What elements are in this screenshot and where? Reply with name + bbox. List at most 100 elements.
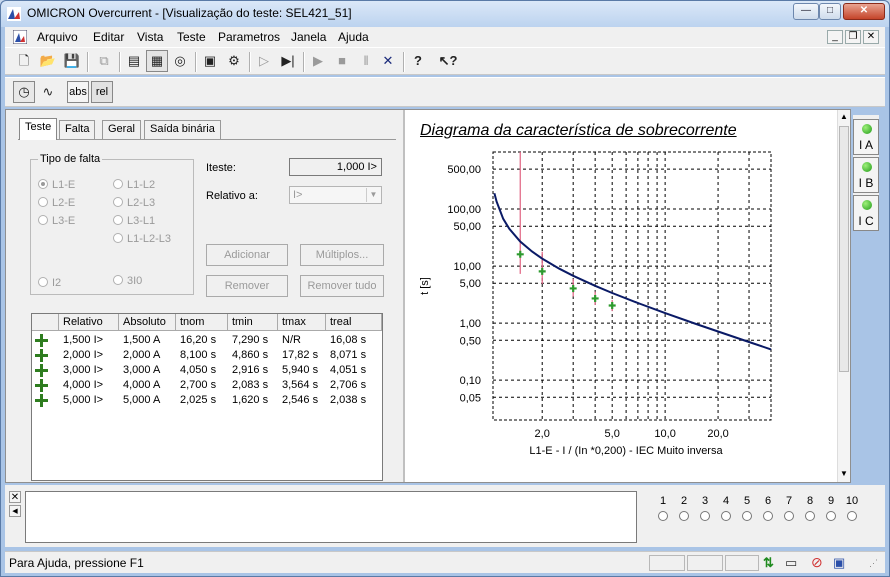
col-header-relativo[interactable]: Relativo — [59, 314, 119, 331]
tab-saida-binaria[interactable]: Saída binária — [144, 120, 221, 139]
binary-output-radio[interactable] — [847, 511, 857, 521]
binary-output-radio[interactable] — [721, 511, 731, 521]
sine-wave-icon[interactable]: ∿ — [37, 81, 59, 103]
message-box[interactable] — [25, 491, 637, 543]
menu-janela[interactable]: Janela — [291, 30, 326, 44]
binary-output-radio[interactable] — [742, 511, 752, 521]
radio-i2[interactable]: I2 — [38, 277, 61, 289]
document-icon[interactable] — [13, 30, 27, 44]
table-row[interactable]: 1,500 I> 1,500 A 16,20 s 7,290 s N/R 16,08 s — [32, 333, 382, 348]
resize-grip-icon[interactable]: ⋰ — [869, 558, 878, 569]
test-point[interactable] — [569, 284, 577, 292]
mdi-close-button[interactable]: ✕ — [863, 30, 879, 44]
binary-output-radio[interactable] — [763, 511, 773, 521]
play-icon[interactable]: ▶ — [307, 50, 329, 72]
test-point[interactable] — [516, 250, 524, 258]
mdi-restore-button[interactable]: ❐ — [845, 30, 861, 44]
binary-output-radio[interactable] — [805, 511, 815, 521]
col-header-treal[interactable]: treal — [326, 314, 382, 331]
col-header-absoluto[interactable]: Absoluto — [119, 314, 176, 331]
menu-editar[interactable]: Editar — [93, 30, 124, 44]
binary-output-9[interactable]: 9 — [823, 495, 839, 521]
binary-output-4[interactable]: 4 — [718, 495, 734, 521]
mdi-minimize-button[interactable]: _ — [827, 30, 843, 44]
itest-field[interactable]: 1,000 I> — [289, 158, 382, 176]
col-header-tnom[interactable]: tnom — [176, 314, 228, 331]
table-row[interactable]: 5,000 I> 5,000 A 2,025 s 1,620 s 2,546 s 2,03… — [32, 393, 382, 408]
rel-button[interactable]: rel — [91, 81, 113, 103]
remove-button[interactable]: Remover — [206, 275, 288, 297]
binary-output-7[interactable]: 7 — [781, 495, 797, 521]
radio-l2-l3[interactable]: L2-L3 — [113, 197, 155, 209]
radio-l1-e[interactable]: L1-E — [38, 179, 75, 191]
close-window-button[interactable]: ✕ — [843, 3, 885, 20]
table-view-icon[interactable]: ▦ — [146, 50, 168, 72]
pause-icon[interactable]: ‖ — [355, 50, 377, 72]
tab-teste[interactable]: Teste — [19, 118, 58, 140]
menu-ajuda[interactable]: Ajuda — [338, 30, 369, 44]
vertical-scrollbar[interactable]: ▲ ▼ — [837, 110, 850, 482]
binary-output-radio[interactable] — [658, 511, 668, 521]
y-tick-label: 0,50 — [460, 335, 481, 347]
menu-teste[interactable]: Teste — [177, 30, 206, 44]
context-help-icon[interactable]: ↖? — [437, 50, 459, 72]
copy-icon[interactable]: ⧉ — [93, 50, 115, 72]
scroll-down-icon[interactable]: ▼ — [839, 469, 849, 478]
binary-output-1[interactable]: 1 — [655, 495, 671, 521]
binary-output-radio[interactable] — [784, 511, 794, 521]
binary-output-5[interactable]: 5 — [739, 495, 755, 521]
table-row[interactable]: 4,000 I> 4,000 A 2,700 s 2,083 s 3,564 s 2,70… — [32, 378, 382, 393]
step-test-icon[interactable]: ▶| — [277, 50, 299, 72]
tab-geral[interactable]: Geral — [102, 120, 141, 139]
binary-output-radio[interactable] — [826, 511, 836, 521]
clear-results-icon[interactable]: ✕ — [377, 50, 399, 72]
add-button[interactable]: Adicionar — [206, 244, 288, 266]
help-icon[interactable]: ? — [407, 50, 429, 72]
remove-all-button[interactable]: Remover tudo — [300, 275, 384, 297]
radio-3i0[interactable]: 3I0 — [113, 275, 142, 287]
binary-output-6[interactable]: 6 — [760, 495, 776, 521]
start-test-icon[interactable]: ▷ — [253, 50, 275, 72]
save-icon[interactable]: 💾 — [61, 50, 83, 72]
toolbar-separator — [403, 52, 405, 72]
test-point[interactable] — [538, 267, 546, 275]
test-point[interactable] — [608, 301, 616, 309]
stop-icon[interactable]: ■ — [331, 50, 353, 72]
scroll-up-icon[interactable]: ▲ — [839, 112, 849, 121]
scrollbar-thumb[interactable] — [839, 126, 849, 372]
pane-arrow-icon[interactable]: ◀ — [9, 505, 21, 517]
binary-output-2[interactable]: 2 — [676, 495, 692, 521]
new-file-icon[interactable]: 🗋 — [13, 50, 35, 72]
abs-button[interactable]: abs — [67, 81, 89, 103]
radio-l1-l2[interactable]: L1-L2 — [113, 179, 155, 191]
settings-view-icon[interactable]: ▣ — [199, 50, 221, 72]
clock-icon[interactable]: ◷ — [13, 81, 35, 103]
menu-arquivo[interactable]: Arquivo — [37, 30, 78, 44]
binary-output-8[interactable]: 8 — [802, 495, 818, 521]
characteristic-view-icon[interactable]: ◎ — [169, 50, 191, 72]
menu-parametros[interactable]: Parametros — [218, 30, 280, 44]
binary-output-3[interactable]: 3 — [697, 495, 713, 521]
table-row[interactable]: 2,000 I> 2,000 A 8,100 s 4,860 s 17,82 s 8,07… — [32, 348, 382, 363]
col-header-tmin[interactable]: tmin — [228, 314, 278, 331]
binary-output-radio[interactable] — [700, 511, 710, 521]
test-view-icon[interactable]: ▤ — [123, 50, 145, 72]
open-folder-icon[interactable]: 📂 — [37, 50, 59, 72]
relative-to-select[interactable]: I> ▼ — [289, 186, 382, 204]
tab-falta[interactable]: Falta — [59, 120, 96, 139]
maximize-window-button[interactable]: □ — [819, 3, 841, 20]
radio-l3-l1[interactable]: L3-L1 — [113, 215, 155, 227]
binary-output-radio[interactable] — [679, 511, 689, 521]
radio-l1-l2-l3[interactable]: L1-L2-L3 — [113, 233, 171, 245]
col-header-tmax[interactable]: tmax — [278, 314, 326, 331]
minimize-window-button[interactable]: — — [793, 3, 819, 20]
binary-output-10[interactable]: 10 — [844, 495, 860, 521]
menu-vista[interactable]: Vista — [137, 30, 163, 44]
test-point[interactable] — [591, 294, 599, 302]
multiple-button[interactable]: Múltiplos... — [300, 244, 384, 266]
radio-l2-e[interactable]: L2-E — [38, 197, 75, 209]
hardware-config-icon[interactable]: ⚙ — [223, 50, 245, 72]
table-row[interactable]: 3,000 I> 3,000 A 4,050 s 2,916 s 5,940 s 4,05… — [32, 363, 382, 378]
radio-l3-e[interactable]: L3-E — [38, 215, 75, 227]
close-pane-icon[interactable]: ✕ — [9, 491, 21, 503]
